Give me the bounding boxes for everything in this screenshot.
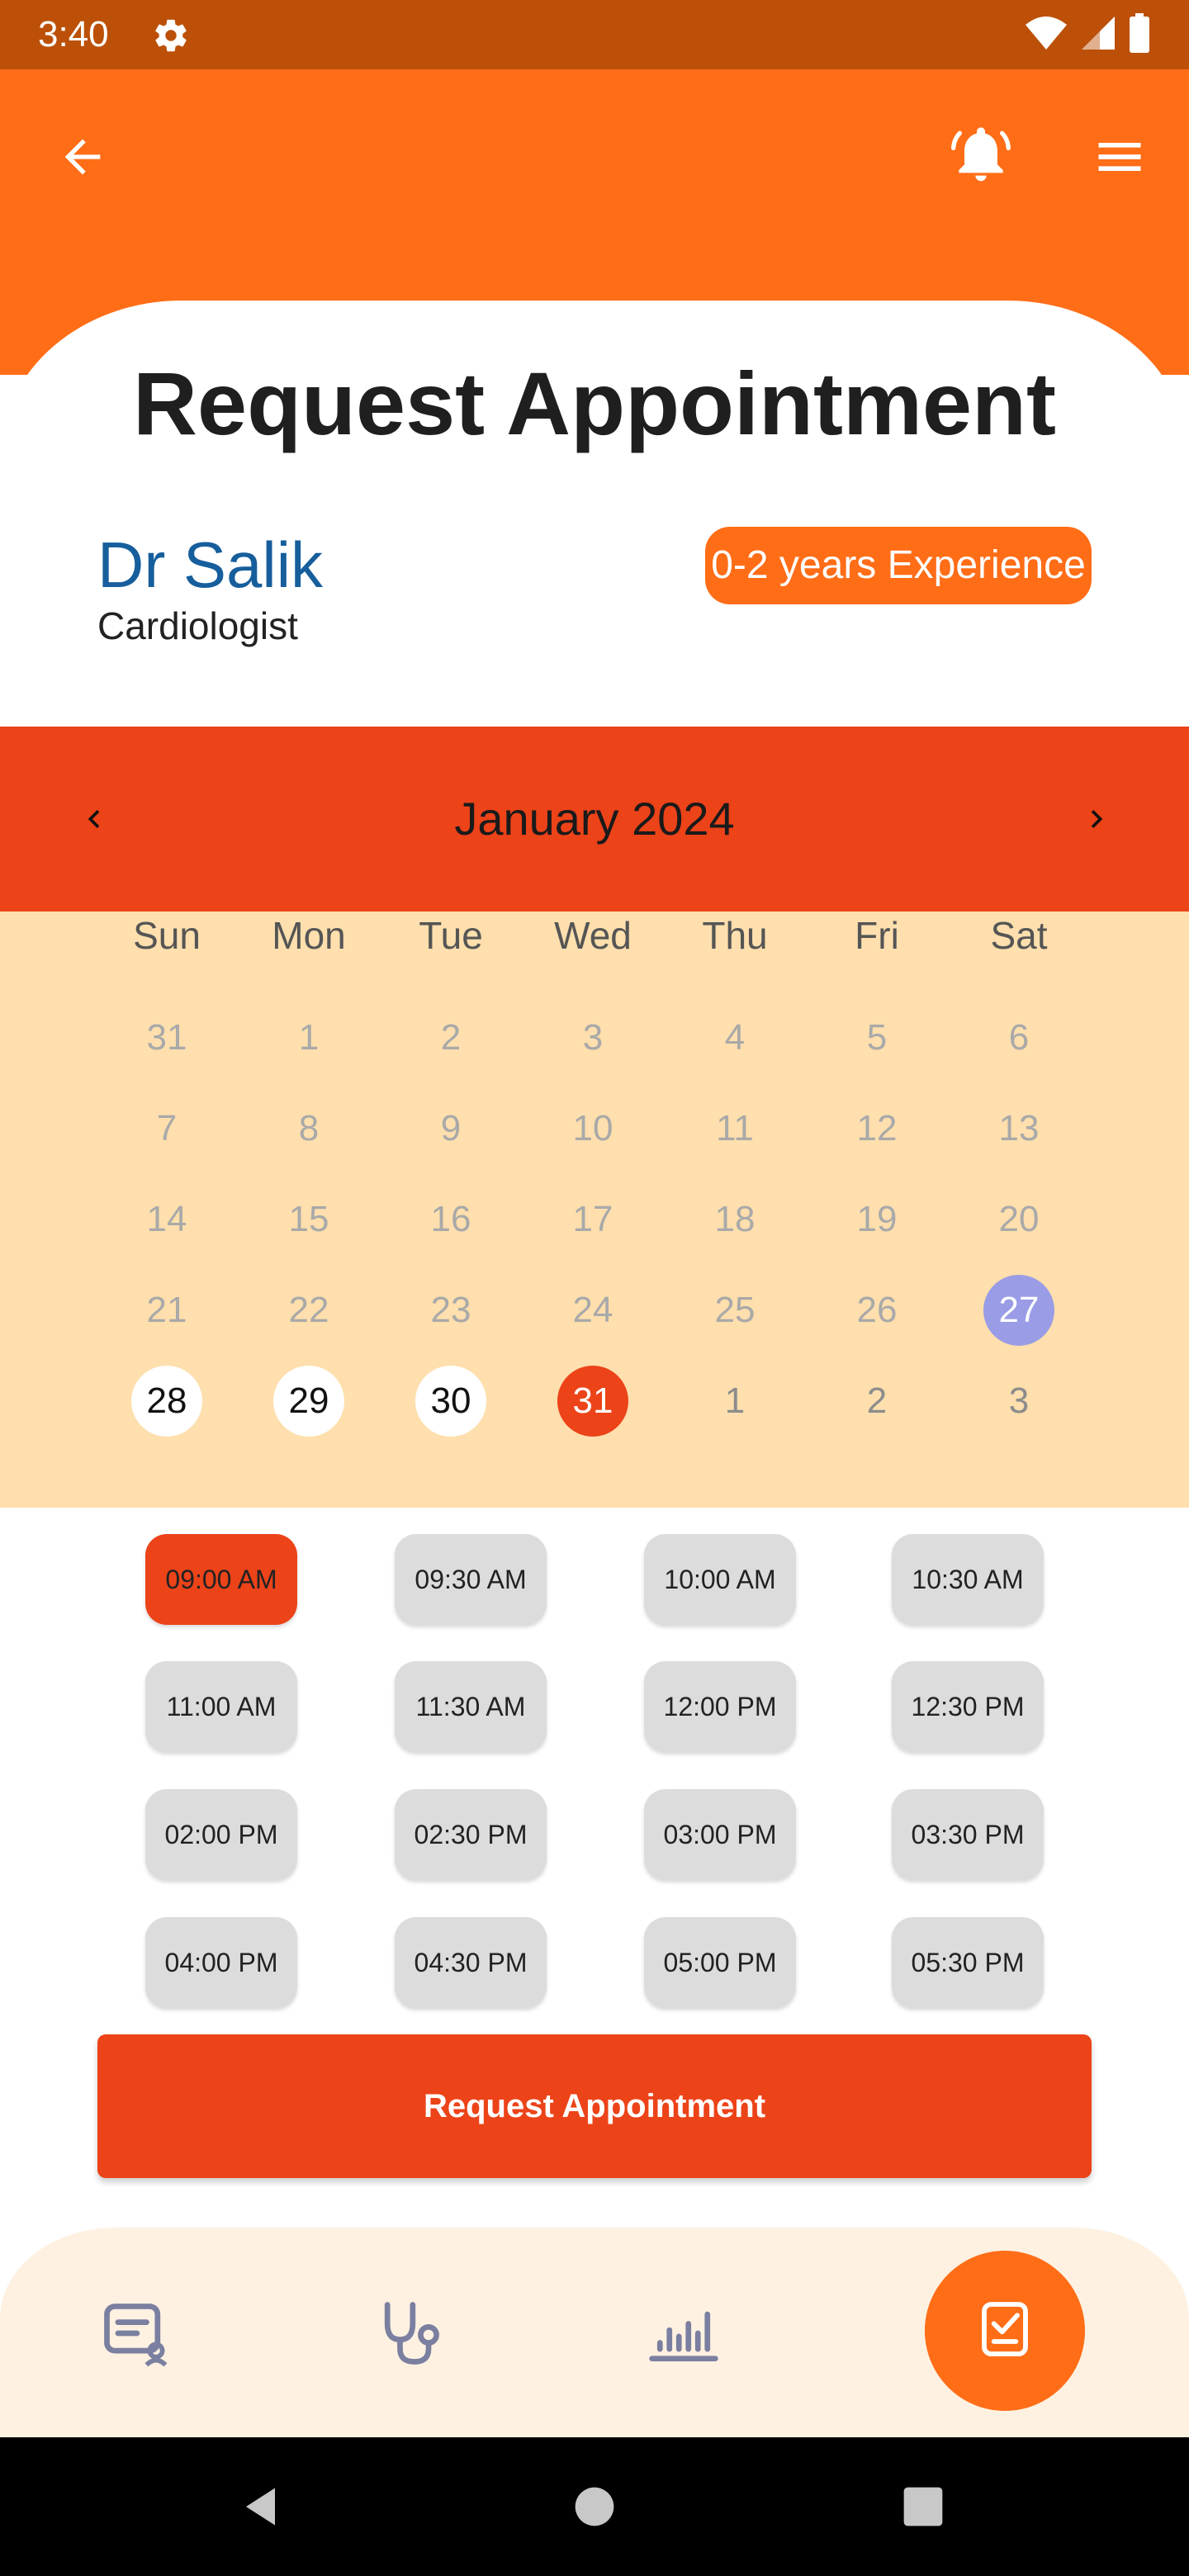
system-back-icon[interactable] xyxy=(218,2462,307,2551)
time-slot-button[interactable]: 04:30 PM xyxy=(395,1917,547,2008)
calendar-day[interactable]: 24 xyxy=(557,1275,628,1346)
calendar-day[interactable]: 8 xyxy=(273,1093,344,1164)
calendar-day[interactable]: 2 xyxy=(415,1002,486,1073)
calendar-day[interactable]: 10 xyxy=(557,1093,628,1164)
calendar-day[interactable]: 20 xyxy=(983,1184,1054,1255)
calendar-day[interactable]: 14 xyxy=(131,1184,202,1255)
battery-icon xyxy=(1128,13,1151,56)
time-slot-button[interactable]: 04:00 PM xyxy=(145,1917,297,2008)
appointment-nav-active[interactable] xyxy=(925,2251,1085,2411)
doctor-specialty: Cardiologist xyxy=(97,604,298,647)
time-slot-button[interactable]: 12:00 PM xyxy=(644,1661,796,1752)
calendar-day[interactable]: 7 xyxy=(131,1093,202,1164)
status-bar: 3:40 xyxy=(0,0,1189,69)
doctor-card: Request Appointment Dr Salik Cardiologis… xyxy=(0,301,1189,730)
doctor-name: Dr Salik xyxy=(97,528,324,601)
calendar-day[interactable]: 30 xyxy=(415,1366,486,1437)
calendar-day[interactable]: 2 xyxy=(841,1366,912,1437)
calendar-day[interactable]: 5 xyxy=(841,1002,912,1073)
calendar-day[interactable]: 21 xyxy=(131,1275,202,1346)
time-slot-button[interactable]: 03:30 PM xyxy=(892,1789,1044,1880)
stethoscope-icon[interactable] xyxy=(368,2292,451,2375)
calendar-day[interactable]: 4 xyxy=(699,1002,770,1073)
calendar-day[interactable]: 25 xyxy=(699,1275,770,1346)
time-slot-button[interactable]: 03:00 PM xyxy=(644,1789,796,1880)
calendar-day[interactable]: 11 xyxy=(699,1093,770,1164)
calendar-header: January 2024 xyxy=(0,727,1189,912)
request-appointment-button[interactable]: Request Appointment xyxy=(97,2034,1092,2178)
calendar-day[interactable]: 1 xyxy=(273,1002,344,1073)
calendar-day[interactable]: 29 xyxy=(273,1366,344,1437)
time-slot-button[interactable]: 05:30 PM xyxy=(892,1917,1044,2008)
back-arrow-icon[interactable] xyxy=(48,122,117,192)
experience-badge: 0-2 years Experience xyxy=(705,527,1092,604)
calendar-day[interactable]: 23 xyxy=(415,1275,486,1346)
calendar-day[interactable]: 27 xyxy=(983,1275,1054,1346)
system-recents-icon[interactable] xyxy=(879,2462,968,2551)
time-slot-button[interactable]: 11:00 AM xyxy=(145,1661,297,1752)
notification-bell-icon[interactable] xyxy=(941,114,1021,193)
weekday-label: Sun xyxy=(133,914,201,957)
time-slot-button[interactable]: 12:30 PM xyxy=(892,1661,1044,1752)
time-slot-button[interactable]: 09:00 AM xyxy=(145,1534,297,1625)
weekday-label: Sat xyxy=(990,914,1048,957)
calendar-day[interactable]: 3 xyxy=(983,1366,1054,1437)
calendar-day[interactable]: 9 xyxy=(415,1093,486,1164)
calendar-day[interactable]: 18 xyxy=(699,1184,770,1255)
chart-icon[interactable] xyxy=(642,2292,725,2375)
time-slot-button[interactable]: 10:30 AM xyxy=(892,1534,1044,1625)
menu-hamburger-icon[interactable] xyxy=(1082,119,1158,195)
calendar-grid: Sun Mon Tue Wed Thu Fri Sat 31 1 2 3 4 5 6 7 8 9 10 11 12 13… xyxy=(0,912,1189,1508)
system-nav-bar xyxy=(0,2437,1189,2576)
time-slot-button[interactable]: 09:30 AM xyxy=(395,1534,547,1625)
chevron-right-icon[interactable] xyxy=(1062,784,1131,854)
calendar-day[interactable]: 28 xyxy=(131,1366,202,1437)
time-slot-button[interactable]: 10:00 AM xyxy=(644,1534,796,1625)
calendar-month-label: January 2024 xyxy=(454,793,735,845)
time-slot-button[interactable]: 05:00 PM xyxy=(644,1917,796,2008)
calendar-day[interactable]: 16 xyxy=(415,1184,486,1255)
time-slot-button[interactable]: 02:00 PM xyxy=(145,1789,297,1880)
calendar-day[interactable]: 19 xyxy=(841,1184,912,1255)
weekday-label: Fri xyxy=(855,914,899,957)
weekday-label: Wed xyxy=(554,914,632,957)
calendar-day[interactable]: 13 xyxy=(983,1093,1054,1164)
settings-gear-icon xyxy=(152,17,190,54)
calendar-day[interactable]: 31 xyxy=(557,1366,628,1437)
appointment-icon xyxy=(972,2296,1038,2365)
weekday-label: Mon xyxy=(272,914,346,957)
weekday-label: Tue xyxy=(419,914,483,957)
calendar-day[interactable]: 17 xyxy=(557,1184,628,1255)
calendar-day[interactable]: 22 xyxy=(273,1275,344,1346)
calendar-day[interactable]: 31 xyxy=(131,1002,202,1073)
status-time: 3:40 xyxy=(38,14,109,54)
bottom-nav xyxy=(0,2228,1189,2437)
prescription-icon[interactable] xyxy=(94,2292,177,2375)
calendar-day[interactable]: 15 xyxy=(273,1184,344,1255)
calendar-day[interactable]: 3 xyxy=(557,1002,628,1073)
system-home-icon[interactable] xyxy=(550,2462,639,2551)
weekday-label: Thu xyxy=(702,914,768,957)
time-slot-button[interactable]: 11:30 AM xyxy=(395,1661,547,1752)
calendar-day[interactable]: 1 xyxy=(699,1366,770,1437)
page-title: Request Appointment xyxy=(133,353,1056,453)
wifi-icon xyxy=(1024,15,1068,54)
calendar-day[interactable]: 6 xyxy=(983,1002,1054,1073)
calendar-day[interactable]: 26 xyxy=(841,1275,912,1346)
cell-signal-icon xyxy=(1080,15,1116,54)
status-icons xyxy=(1024,13,1151,56)
calendar-day[interactable]: 12 xyxy=(841,1093,912,1164)
time-slot-button[interactable]: 02:30 PM xyxy=(395,1789,547,1880)
